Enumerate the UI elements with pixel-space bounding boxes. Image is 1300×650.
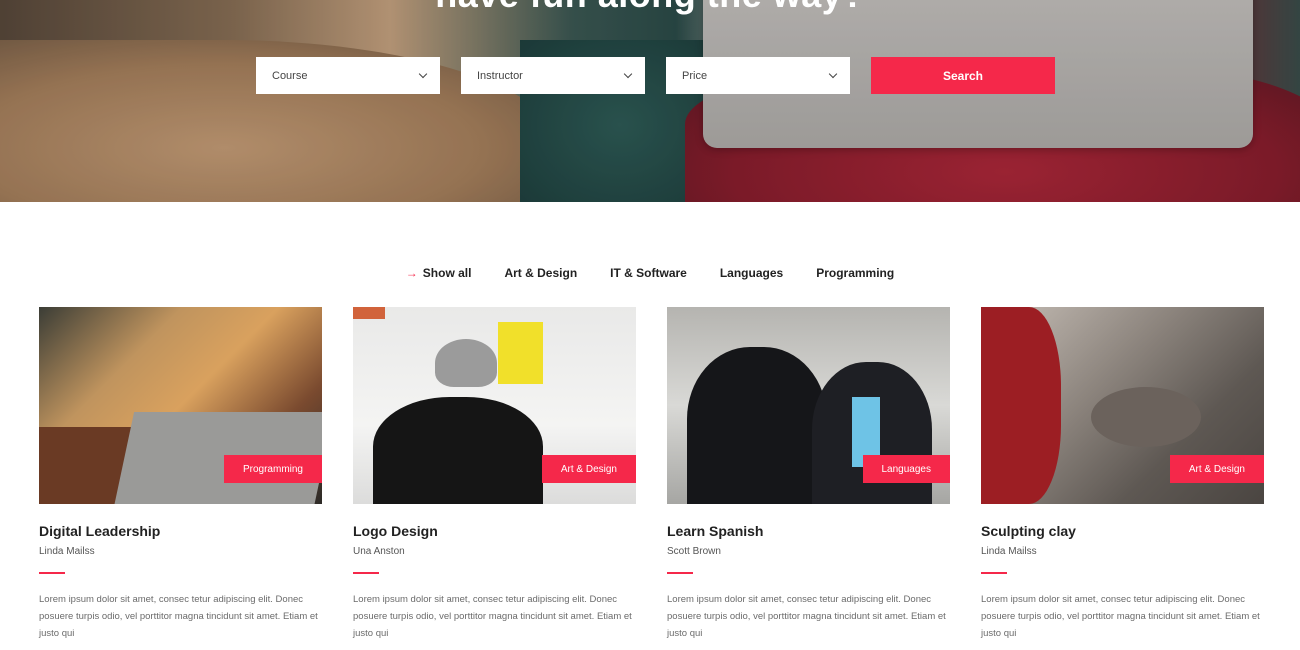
instructor-select-label: Instructor	[477, 69, 523, 82]
course-card[interactable]: Art & Design Sculpting clay Linda Mailss…	[981, 307, 1264, 642]
tab-programming[interactable]: Programming	[816, 266, 894, 280]
image-detail	[1091, 387, 1201, 447]
category-badge[interactable]: Art & Design	[541, 455, 636, 483]
search-button[interactable]: Search	[871, 57, 1055, 94]
course-thumbnail[interactable]: Languages	[667, 307, 950, 504]
course-author: Scott Brown	[667, 546, 721, 557]
chevron-down-icon	[828, 69, 838, 79]
course-author: Linda Mailss	[39, 546, 95, 557]
course-description: Lorem ipsum dolor sit amet, consec tetur…	[39, 594, 318, 639]
tab-label: Languages	[719, 266, 784, 280]
tab-it-software[interactable]: IT & Software	[610, 266, 687, 280]
tab-languages[interactable]: Languages	[720, 266, 783, 280]
course-thumbnail[interactable]: Art & Design	[981, 307, 1264, 504]
divider	[667, 572, 693, 574]
image-detail	[353, 307, 385, 319]
course-grid: Programming Digital Leadership Linda Mai…	[39, 307, 1264, 642]
category-badge[interactable]: Art & Design	[1169, 455, 1264, 483]
divider	[981, 572, 1007, 574]
image-detail	[373, 397, 543, 504]
course-card[interactable]: Programming Digital Leadership Linda Mai…	[39, 307, 322, 642]
course-card[interactable]: Languages Learn Spanish Scott Brown Lore…	[667, 307, 950, 642]
course-thumbnail[interactable]: Programming	[39, 307, 322, 504]
image-detail	[687, 347, 827, 504]
course-filter-bar: Course Instructor Price Search	[256, 57, 1055, 94]
price-select[interactable]: Price	[666, 57, 850, 94]
course-title[interactable]: Digital Leadership	[39, 523, 322, 539]
category-tabs: → Show all Art & Design IT & Software La…	[0, 266, 1300, 280]
course-select[interactable]: Course	[256, 57, 440, 94]
image-detail	[981, 307, 1061, 504]
course-thumbnail[interactable]: Art & Design	[353, 307, 636, 504]
course-title[interactable]: Logo Design	[353, 523, 636, 539]
image-detail	[498, 322, 543, 384]
course-card[interactable]: Art & Design Logo Design Una Anston Lore…	[353, 307, 636, 642]
divider	[353, 572, 379, 574]
course-description: Lorem ipsum dolor sit amet, consec tetur…	[353, 594, 632, 639]
course-author: Una Anston	[353, 546, 405, 557]
arrow-right-icon: →	[405, 266, 418, 280]
chevron-down-icon	[418, 69, 428, 79]
course-title[interactable]: Sculpting clay	[981, 523, 1264, 539]
hero-banner: have fun along the way? Course Instructo…	[0, 0, 1300, 202]
course-description: Lorem ipsum dolor sit amet, consec tetur…	[667, 594, 946, 639]
tab-label: Show all	[422, 266, 472, 280]
course-description: Lorem ipsum dolor sit amet, consec tetur…	[981, 594, 1260, 639]
divider	[39, 572, 65, 574]
tab-label: IT & Software	[610, 266, 687, 280]
image-detail	[435, 339, 497, 387]
category-badge[interactable]: Languages	[862, 455, 950, 483]
chevron-down-icon	[623, 69, 633, 79]
tab-label: Art & Design	[504, 266, 578, 280]
tab-art-design[interactable]: Art & Design	[504, 266, 577, 280]
category-badge[interactable]: Programming	[223, 455, 322, 483]
course-select-label: Course	[272, 69, 308, 82]
course-title[interactable]: Learn Spanish	[667, 523, 950, 539]
course-author: Linda Mailss	[981, 546, 1037, 557]
price-select-label: Price	[682, 69, 708, 82]
hero-title: have fun along the way?	[0, 0, 1300, 16]
hero-overlay	[0, 0, 1300, 202]
tab-show-all[interactable]: → Show all	[406, 266, 472, 280]
tab-label: Programming	[816, 266, 895, 280]
instructor-select[interactable]: Instructor	[461, 57, 645, 94]
